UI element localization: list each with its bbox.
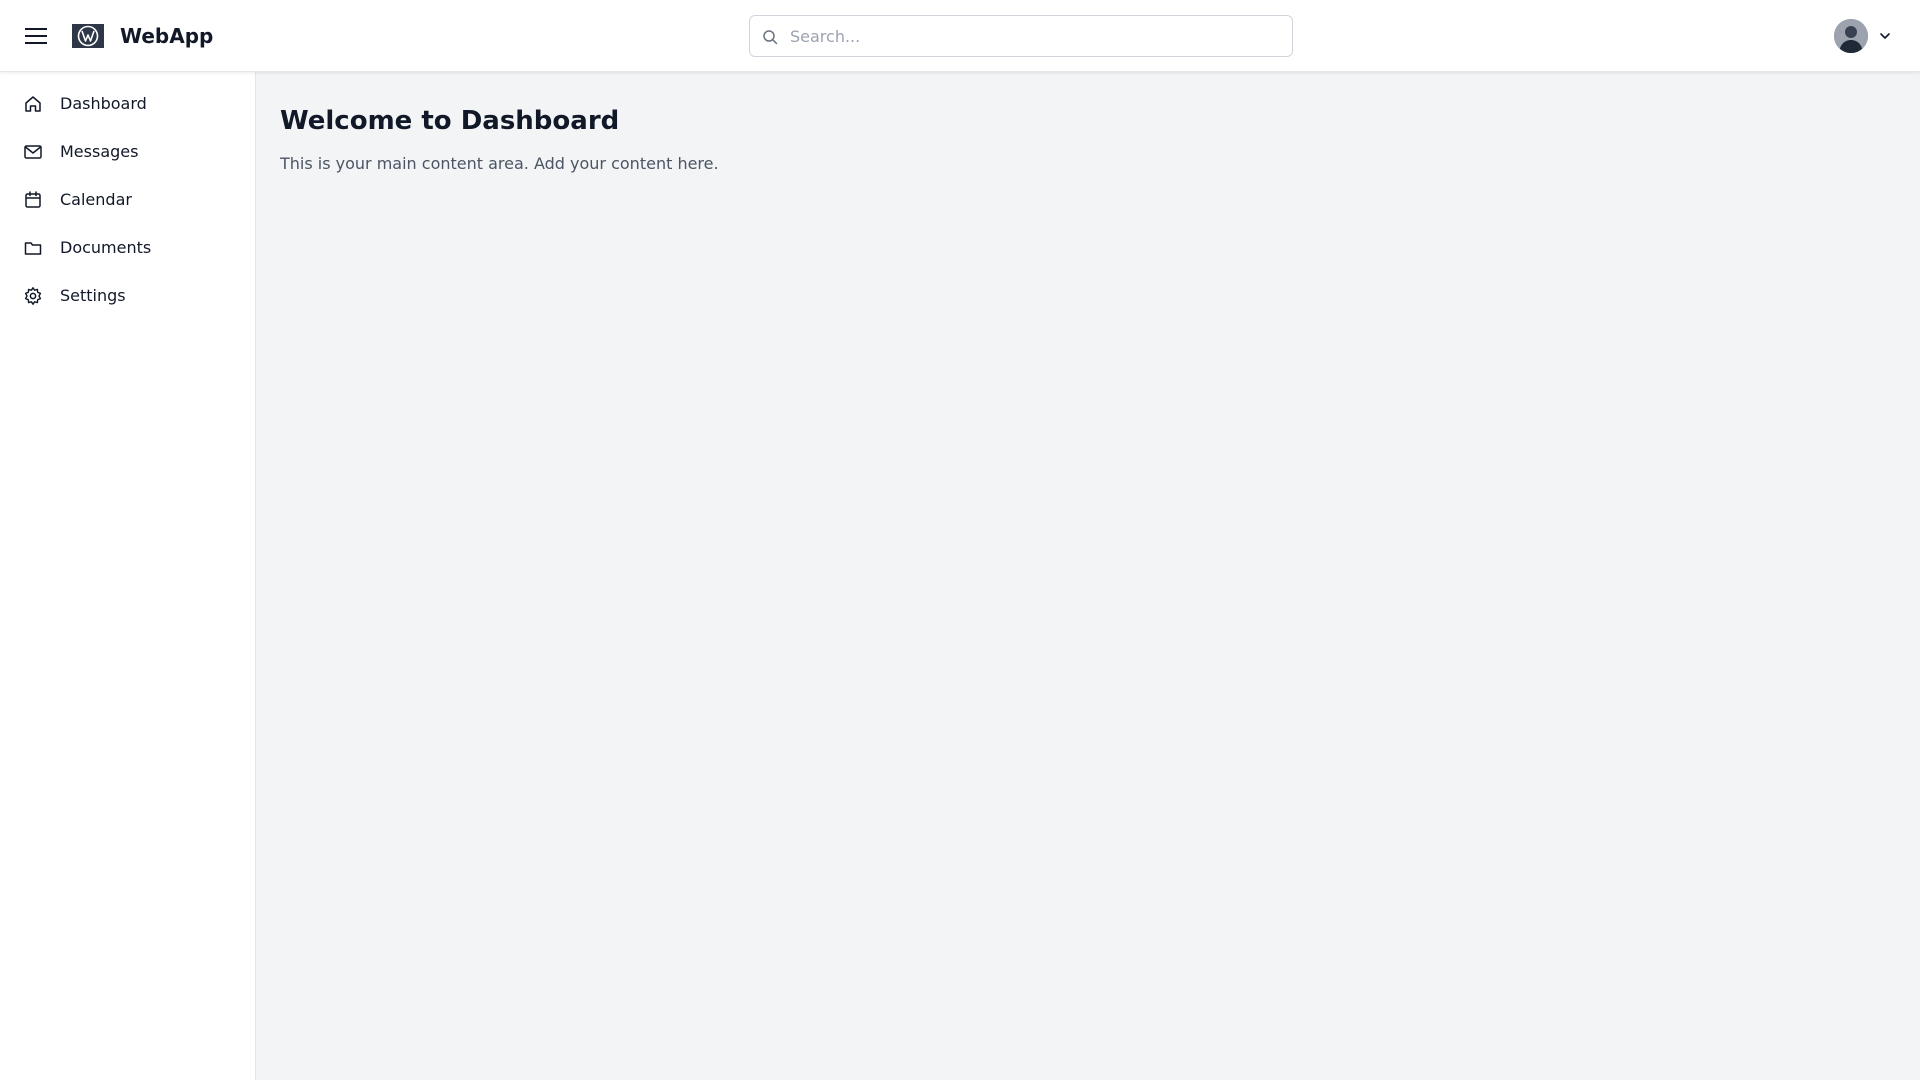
sidebar-item-label: Documents <box>60 238 152 257</box>
sidebar-item-label: Calendar <box>60 190 132 209</box>
gear-icon <box>24 287 42 305</box>
folder-icon <box>24 242 42 255</box>
profile-menu[interactable] <box>1834 18 1906 54</box>
sidebar-item-label: Settings <box>60 286 126 305</box>
user-avatar-icon <box>1834 19 1868 53</box>
sidebar-item-label: Dashboard <box>60 94 147 113</box>
sidebar-item-messages[interactable]: Messages <box>0 130 256 174</box>
page-description: This is your main content area. Add your… <box>280 154 719 173</box>
sidebar-item-documents[interactable]: Documents <box>0 226 256 270</box>
menu-button[interactable] <box>20 20 52 52</box>
brand-name[interactable]: WebApp <box>120 22 213 50</box>
calendar-icon <box>25 191 41 208</box>
page-title: Welcome to Dashboard <box>280 106 620 136</box>
sidebar: Dashboard Messages Calendar Documents Se… <box>0 72 256 1080</box>
search-input[interactable] <box>790 16 1280 56</box>
sidebar-item-label: Messages <box>60 142 139 161</box>
brand-logo[interactable] <box>72 24 104 48</box>
hamburger-menu-icon <box>25 28 47 44</box>
chevron-down-icon <box>1880 33 1890 39</box>
avatar[interactable] <box>1834 19 1868 53</box>
sidebar-item-settings[interactable]: Settings <box>0 274 256 318</box>
main-content: Welcome to Dashboard This is your main c… <box>257 73 1920 1080</box>
logo-emblem-icon <box>77 25 99 47</box>
top-header: WebApp <box>0 0 1920 72</box>
search-icon <box>763 30 778 45</box>
mail-icon <box>24 145 42 159</box>
search-box[interactable] <box>749 15 1293 57</box>
sidebar-item-calendar[interactable]: Calendar <box>0 178 256 222</box>
home-icon <box>25 96 41 112</box>
sidebar-item-dashboard[interactable]: Dashboard <box>0 82 256 126</box>
